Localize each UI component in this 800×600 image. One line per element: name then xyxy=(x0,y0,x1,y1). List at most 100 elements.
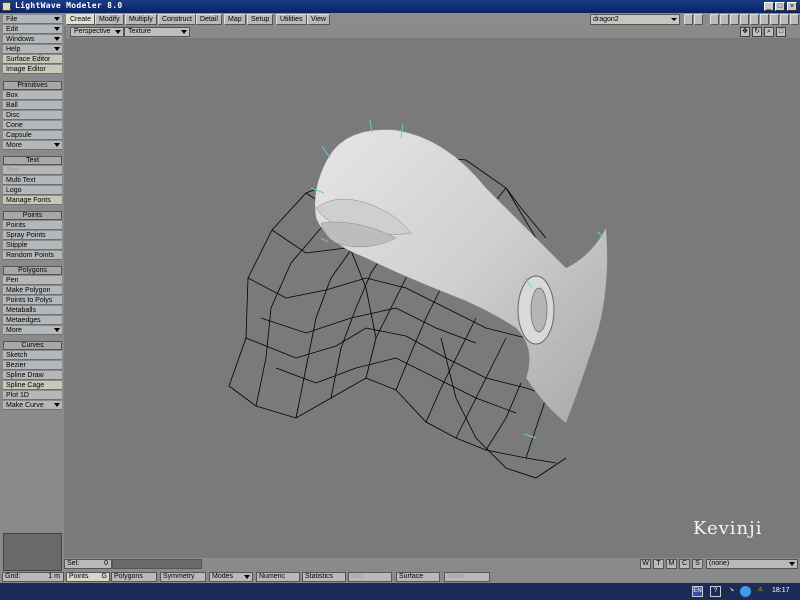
watermark-text: Kevinji xyxy=(693,518,763,539)
tool-logo[interactable]: Logo xyxy=(3,186,62,195)
dropdown-arrow-icon xyxy=(115,30,121,34)
polygons-more[interactable]: More xyxy=(3,326,62,335)
tab-detail[interactable]: Detail xyxy=(196,14,222,25)
tool-capsule[interactable]: Capsule xyxy=(3,131,62,140)
toolbar-bottom-panel xyxy=(3,533,62,571)
tool-bezier[interactable]: Bezier xyxy=(3,361,62,370)
viewport-perspective[interactable]: Kevinji xyxy=(66,38,800,558)
tool-disc[interactable]: Disc xyxy=(3,111,62,120)
make-button[interactable]: Make xyxy=(444,572,490,582)
menu-edit[interactable]: Edit xyxy=(3,25,62,34)
layer-8-button[interactable] xyxy=(780,14,789,25)
dropdown-arrow-icon xyxy=(54,47,60,51)
tool-random-points[interactable]: Random Points xyxy=(3,251,62,260)
toggle-s[interactable]: S xyxy=(692,559,703,569)
tool-pen[interactable]: Pen xyxy=(3,276,62,285)
menu-windows[interactable]: Windows xyxy=(3,35,62,44)
dropdown-arrow-icon xyxy=(54,27,60,31)
tool-metaedges[interactable]: Metaedges xyxy=(3,316,62,325)
tool-metaballs[interactable]: Metaballs xyxy=(3,306,62,315)
maximize-view-icon[interactable]: □ xyxy=(776,27,786,37)
rotate-view-icon[interactable]: ↻ xyxy=(752,27,762,37)
tool-multi-text[interactable]: Multi Text xyxy=(3,176,62,185)
tool-stipple[interactable]: Stipple xyxy=(3,241,62,250)
modes-dropdown[interactable]: Modes xyxy=(209,572,253,582)
tool-sketch[interactable]: Sketch xyxy=(3,351,62,360)
tool-spline-cage[interactable]: Spline Cage xyxy=(3,381,62,390)
layer-7-button[interactable] xyxy=(770,14,779,25)
tool-box[interactable]: Box xyxy=(3,91,62,100)
tab-multiply[interactable]: Multiply xyxy=(125,14,157,25)
layer-1-button[interactable] xyxy=(710,14,719,25)
network-tray-icon[interactable] xyxy=(740,586,751,597)
tab-create[interactable]: Create xyxy=(66,14,96,25)
primitives-more[interactable]: More xyxy=(3,141,62,150)
layer-3-button[interactable] xyxy=(730,14,739,25)
layer-5-button[interactable] xyxy=(750,14,759,25)
tab-utilities[interactable]: Utilities xyxy=(276,14,307,25)
zoom-view-icon[interactable]: ⌕ xyxy=(764,27,774,37)
close-button[interactable]: × xyxy=(787,2,797,11)
image-editor-button[interactable]: Image Editor xyxy=(3,65,62,74)
tool-cone[interactable]: Cone xyxy=(3,121,62,130)
status-bar: Sel: 0 W T M C S (none) xyxy=(64,558,800,571)
toggle-m[interactable]: M xyxy=(666,559,677,569)
section-text: Text xyxy=(3,156,62,165)
tool-plot-1d[interactable]: Plot 1D xyxy=(3,391,62,400)
menu-help[interactable]: Help xyxy=(3,45,62,54)
statistics-button[interactable]: Statistics xyxy=(302,572,346,582)
tool-ball[interactable]: Ball xyxy=(3,101,62,110)
app-icon xyxy=(2,2,11,11)
surface-dropdown[interactable]: (none) xyxy=(706,559,798,569)
surface-editor-button[interactable]: Surface Editor xyxy=(3,55,62,64)
mode-polygons[interactable]: Polygons xyxy=(111,572,157,582)
maximize-button[interactable]: □ xyxy=(775,2,785,11)
dropdown-arrow-icon xyxy=(54,403,60,407)
minimize-button[interactable]: _ xyxy=(764,2,774,11)
mode-points[interactable]: Points G xyxy=(66,572,110,582)
tab-modify[interactable]: Modify xyxy=(95,14,124,25)
menu-file[interactable]: File xyxy=(3,15,62,24)
tab-map[interactable]: Map xyxy=(224,14,246,25)
tool-manage-fonts[interactable]: Manage Fonts xyxy=(3,196,62,205)
render-mode-dropdown[interactable]: Texture xyxy=(124,27,190,37)
toggle-c[interactable]: C xyxy=(679,559,690,569)
info-button[interactable]: Info xyxy=(348,572,392,582)
language-indicator[interactable]: EN xyxy=(692,586,703,597)
prev-layer-button[interactable] xyxy=(684,14,693,25)
layer-6-button[interactable] xyxy=(760,14,769,25)
tool-text[interactable]: Text xyxy=(3,166,62,175)
tab-setup[interactable]: Setup xyxy=(247,14,274,25)
tool-make-polygon[interactable]: Make Polygon xyxy=(3,286,62,295)
surface-button[interactable]: Surface xyxy=(396,572,440,582)
layer-9-button[interactable] xyxy=(790,14,799,25)
layer-2-button[interactable] xyxy=(720,14,729,25)
tool-make-curve[interactable]: Make Curve xyxy=(3,401,62,410)
model-render xyxy=(228,119,608,479)
toggle-w[interactable]: W xyxy=(640,559,651,569)
view-type-dropdown[interactable]: Perspective xyxy=(70,27,124,37)
dropdown-arrow-icon xyxy=(54,37,60,41)
tab-view[interactable]: View xyxy=(307,14,331,25)
object-selector[interactable]: dragon2 xyxy=(590,14,680,25)
section-curves: Curves xyxy=(3,341,62,350)
security-tray-icon[interactable]: ⚠ xyxy=(755,586,766,597)
next-layer-button[interactable] xyxy=(694,14,703,25)
object-selector-value: dragon2 xyxy=(593,16,619,23)
dropdown-arrow-icon xyxy=(181,30,187,34)
help-tray-icon[interactable]: ? xyxy=(710,586,721,597)
tool-spray-points[interactable]: Spray Points xyxy=(3,231,62,240)
dropdown-arrow-icon xyxy=(54,17,60,21)
tool-points[interactable]: Points xyxy=(3,221,62,230)
mode-symmetry[interactable]: Symmetry xyxy=(160,572,206,582)
tool-spline-draw[interactable]: Spline Draw xyxy=(3,371,62,380)
dropdown-arrow-icon xyxy=(789,562,795,566)
toggle-t[interactable]: T xyxy=(653,559,664,569)
layer-4-button[interactable] xyxy=(740,14,749,25)
numeric-button[interactable]: Numeric xyxy=(256,572,300,582)
menu-tab-bar: Create Modify Multiply Construct Detail … xyxy=(0,13,800,26)
tool-points-to-polys[interactable]: Points to Polys xyxy=(3,296,62,305)
ime-tray-icon[interactable]: ↘ xyxy=(726,586,737,597)
tab-construct[interactable]: Construct xyxy=(158,14,196,25)
move-view-icon[interactable]: ✥ xyxy=(740,27,750,37)
